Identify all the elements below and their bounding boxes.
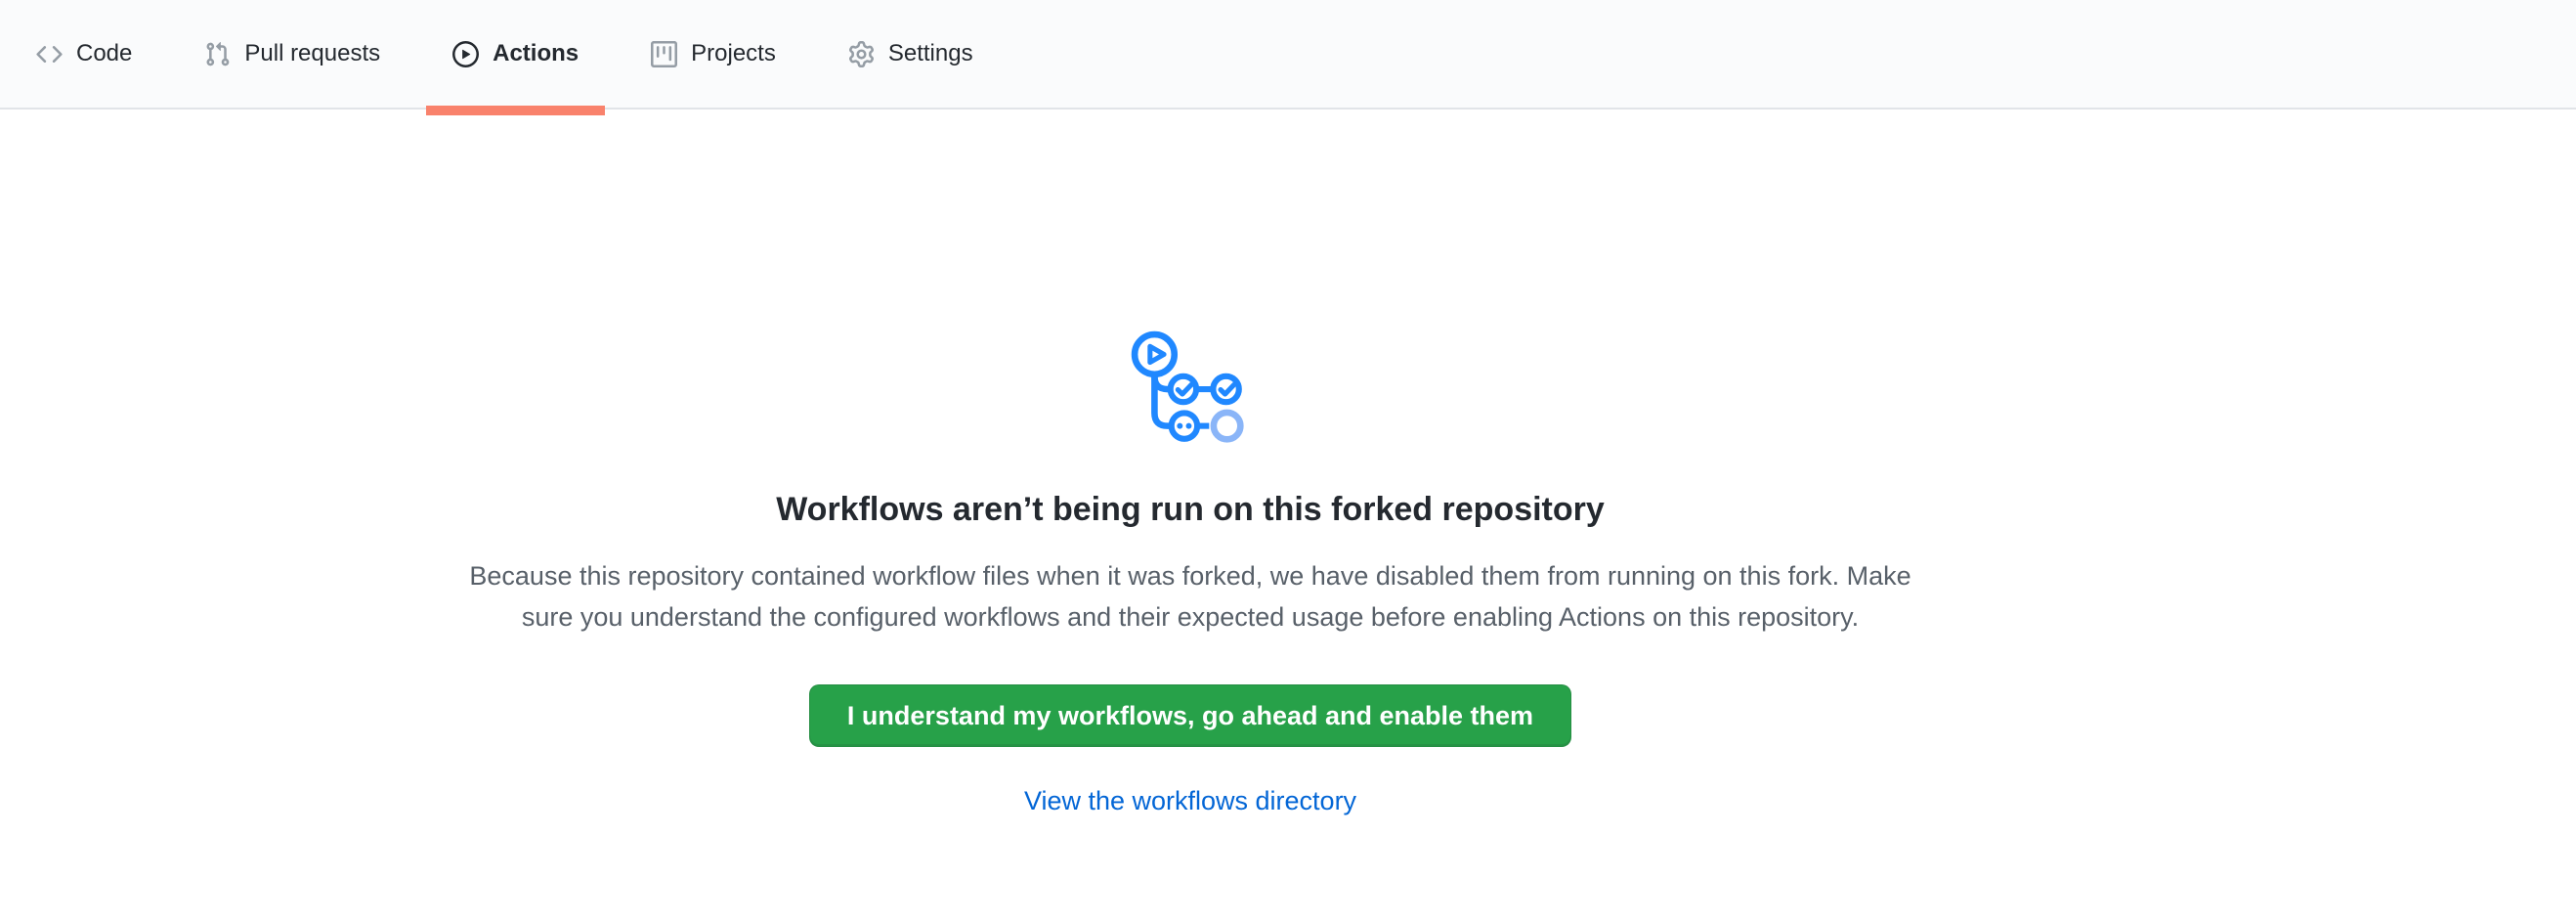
project-board-icon (651, 41, 677, 67)
tab-actions[interactable]: Actions (426, 0, 605, 108)
view-workflows-directory-link[interactable]: View the workflows directory (360, 784, 2021, 817)
tab-settings[interactable]: Settings (822, 0, 1000, 108)
blankslate-description: Because this repository contained workfl… (360, 555, 2021, 637)
description-line-1: Because this repository contained workfl… (360, 555, 2021, 596)
pull-request-icon (204, 41, 231, 67)
enable-workflows-button[interactable]: I understand my workflows, go ahead and … (809, 684, 1571, 747)
actions-workflow-graph-icon (360, 328, 2021, 454)
play-circle-icon (452, 41, 479, 67)
tab-code-label: Code (76, 40, 132, 67)
tab-code[interactable]: Code (10, 0, 158, 108)
tab-actions-label: Actions (493, 40, 579, 67)
gear-icon (848, 41, 875, 67)
tab-projects-label: Projects (691, 40, 776, 67)
tab-pull-requests[interactable]: Pull requests (178, 0, 407, 108)
tab-projects[interactable]: Projects (624, 0, 802, 108)
tab-pull-requests-label: Pull requests (244, 40, 380, 67)
tab-settings-label: Settings (888, 40, 973, 67)
description-line-2: sure you understand the configured workf… (360, 596, 2021, 637)
blankslate-heading: Workflows aren’t being run on this forke… (360, 489, 2021, 530)
repo-tab-nav: Code Pull requests Actions Projects Sett… (0, 0, 2576, 110)
actions-blankslate: Workflows aren’t being run on this forke… (360, 110, 2021, 817)
code-icon (36, 41, 63, 67)
active-tab-underline (426, 106, 605, 115)
